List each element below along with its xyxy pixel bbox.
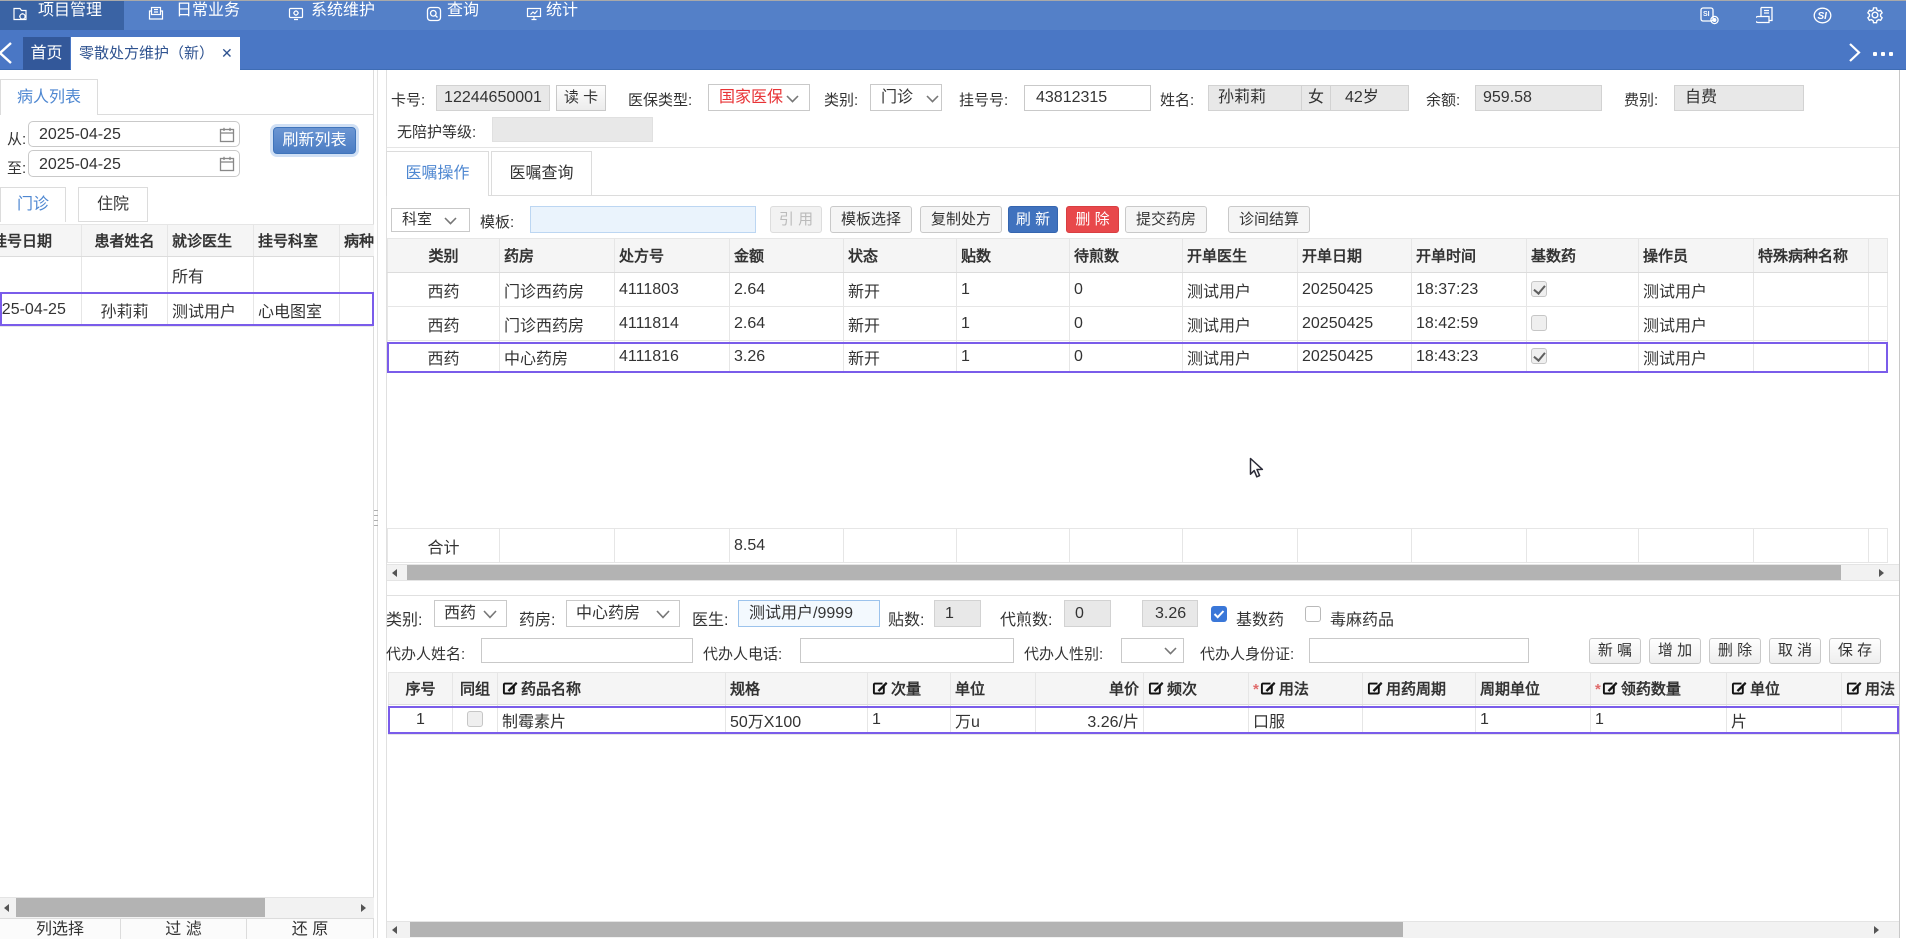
svg-text:SI: SI [1703,11,1710,18]
svg-text:SI: SI [1818,11,1828,22]
